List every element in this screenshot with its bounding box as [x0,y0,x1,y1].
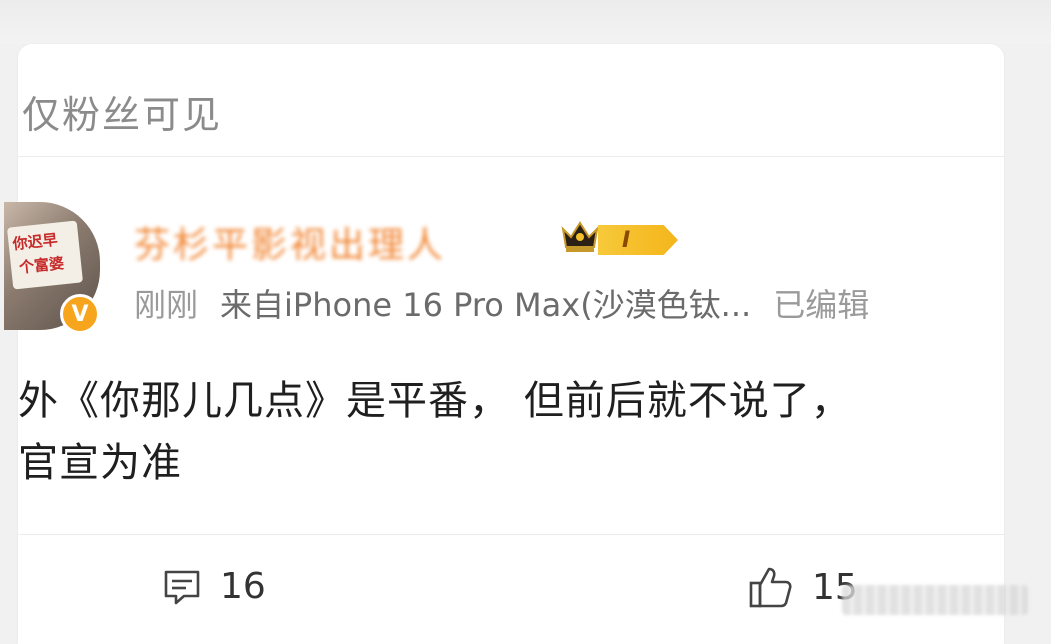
comment-count: 16 [220,566,266,607]
visibility-label: 仅粉丝可见 [22,93,223,137]
avatar-sign: 你迟早 个富婆 [6,220,84,290]
thumbs-up-icon [749,567,792,608]
crown-icon [561,221,599,252]
comment-button[interactable]: 16 [162,566,266,607]
post-text-line: 官宣为准 [18,440,182,486]
author-name[interactable]: 芬杉平影视出理人 [134,216,446,268]
avatar-sign-text: 你迟早 [11,230,59,254]
post-time: 刚刚 [134,286,199,324]
watermark [842,585,1028,615]
post-card: 仅粉丝可见 你迟早 个富婆 V 芬杉平影视出理人 I 刚刚 来自iPhone 16… [4,44,1004,644]
post-source: 来自iPhone 16 Pro Max(沙漠色钛... [220,286,752,324]
avatar-sign-text: 个富婆 [18,254,65,277]
edited-label: 已编辑 [773,286,870,324]
top-background [0,0,1051,44]
post-body: 外《你那儿几点》是平番， 但前后就不说了， 官宣为准 [18,370,993,494]
post-meta: 刚刚 来自iPhone 16 Pro Max(沙漠色钛... 已编辑 [134,280,869,326]
divider [18,534,1004,535]
comment-icon [164,570,200,604]
post-text-line: 外《你那儿几点》是平番， 但前后就不说了， [18,378,852,424]
verified-badge-icon: V [60,294,100,334]
level-badge: I [598,225,678,255]
divider [18,156,1004,157]
